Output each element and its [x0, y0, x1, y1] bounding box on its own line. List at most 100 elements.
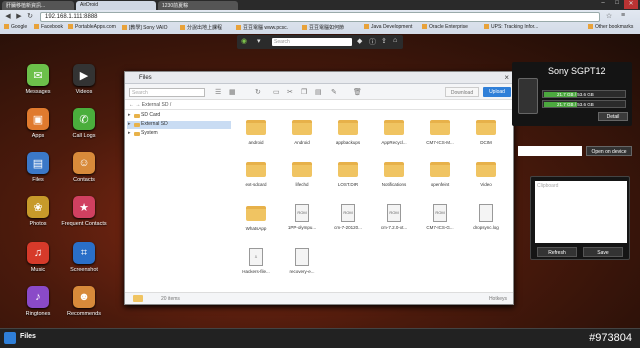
file-item[interactable]: Android [279, 120, 325, 162]
bookmark-item[interactable]: [教學] Sony VAIO [122, 24, 168, 31]
forward-icon[interactable]: ▶ [14, 12, 24, 22]
button-label: Refresh [548, 250, 566, 256]
app-contacts[interactable]: ☺ Contacts [60, 152, 108, 202]
cut-icon[interactable]: ✂ [287, 88, 293, 96]
android-icon[interactable]: ◉ [241, 37, 247, 45]
bookmark-item[interactable]: UPS: Tracking Infor... [484, 24, 538, 30]
file-item[interactable]: ROM 1PP-olympu... [279, 204, 325, 246]
tree-item-system[interactable]: ▸ System [127, 130, 231, 138]
upload-button[interactable]: Upload [483, 87, 511, 97]
delete-icon[interactable]: 🗑 [353, 88, 362, 96]
refresh-button[interactable]: Refresh [537, 247, 577, 257]
upload-icon[interactable]: ⇪ [381, 37, 387, 45]
back-arrow-icon[interactable]: ← [129, 102, 134, 108]
tree-item-sd-card[interactable]: ▸ SD Card [127, 112, 231, 120]
app-videos[interactable]: ▶ Videos [60, 64, 108, 114]
expand-arrow-icon[interactable]: ▸ [128, 112, 131, 118]
file-item[interactable]: Video [463, 162, 509, 204]
bookmark-item[interactable]: 分說出地上課程 [180, 24, 222, 31]
new-folder-icon[interactable]: ▭ [273, 88, 280, 96]
files-search-input[interactable]: Search [129, 88, 205, 97]
toolbar-search-input[interactable]: Search [272, 38, 352, 46]
file-item[interactable]: lifechd [279, 162, 325, 204]
bookmark-item[interactable]: Java Development [364, 24, 412, 30]
file-item[interactable]: recovery-e... [279, 248, 325, 290]
bookmark-item[interactable]: 豆豆電腦如何節 [302, 24, 344, 31]
app-apps[interactable]: ▣ Apps [14, 108, 62, 158]
home-icon[interactable]: ⌂ [393, 37, 397, 44]
app-files[interactable]: ▤ Files [14, 152, 62, 202]
tab-first[interactable]: 肝臟移植新資訊... [2, 1, 74, 10]
app-photos[interactable]: ❀ Photos [14, 196, 62, 246]
files-window-icon[interactable] [4, 332, 16, 344]
clipboard-textarea[interactable]: Clipboard [535, 181, 627, 243]
file-item[interactable]: ROM cm-7.2.0-xt... [371, 204, 417, 246]
rename-icon[interactable]: ✎ [331, 88, 337, 96]
minimize-icon[interactable]: – [596, 0, 610, 9]
bookmark-item[interactable]: Google [4, 24, 27, 30]
watermark: #973804 [589, 332, 632, 344]
info-icon[interactable]: ⓘ [369, 37, 376, 47]
file-item[interactable]: ⅄ Hackers-file... [233, 248, 279, 290]
list-view-icon[interactable]: ☰ [215, 88, 221, 96]
save-button[interactable]: Save [583, 247, 623, 257]
file-item[interactable]: ROM cm-7-20120... [325, 204, 371, 246]
tab-airdroid[interactable]: AirDroid [76, 1, 156, 10]
expand-arrow-icon[interactable]: ▸ [128, 121, 131, 127]
open-on-device-button[interactable]: Open on device [586, 146, 632, 156]
folder-icon [430, 120, 450, 135]
paste-icon[interactable]: ▤ [315, 88, 322, 96]
grid-view-icon[interactable]: ▦ [229, 88, 236, 96]
app-screenshot[interactable]: ⌗ Screenshot [60, 242, 108, 292]
file-item[interactable]: AppRecycl... [371, 120, 417, 162]
close-icon[interactable]: × [504, 73, 509, 82]
app-label: Videos [75, 89, 93, 95]
file-item[interactable]: dropsync.log [463, 204, 509, 246]
file-item[interactable]: ext-sdcard [233, 162, 279, 204]
reload-icon[interactable]: ↻ [25, 12, 35, 22]
tab-third[interactable]: 1230前夏粽 [158, 1, 238, 10]
detail-button[interactable]: Detail [598, 112, 628, 121]
copy-icon[interactable]: ❐ [301, 88, 307, 96]
taskbar-label[interactable]: Files [20, 333, 36, 340]
tab-label: 肝臟移植新資訊... [6, 3, 46, 9]
app-call-logs[interactable]: ✆ Call Logs [60, 108, 108, 158]
expand-arrow-icon[interactable]: ▸ [128, 130, 131, 136]
app-icon[interactable]: ◆ [357, 37, 362, 45]
file-item[interactable]: appbackups [325, 120, 371, 162]
forward-arrow-icon[interactable]: → [135, 102, 140, 108]
bookmark-item[interactable]: Facebook [34, 24, 63, 30]
close-icon[interactable]: ✕ [624, 0, 638, 9]
breadcrumb-path[interactable]: External SD / [142, 102, 171, 108]
file-item[interactable]: ROM CM7-ICS-G... [417, 204, 463, 246]
tree-item-external-sd[interactable]: ▸ External SD [127, 121, 231, 129]
phone-image [518, 78, 538, 114]
bookmark-item[interactable]: PortableApps.com [68, 24, 116, 30]
app-music[interactable]: ♫ Music [14, 242, 62, 292]
app-frequent-contacts[interactable]: ★ Frequent Contacts [60, 196, 108, 246]
files-titlebar[interactable]: Files × [125, 72, 513, 84]
hotkeys-link[interactable]: Hotkeys [489, 296, 507, 302]
bookmark-item[interactable]: Oracle Enterprise [422, 24, 468, 30]
app-messages[interactable]: ✉ Messages [14, 64, 62, 114]
maximize-icon[interactable]: □ [610, 0, 624, 9]
back-icon[interactable]: ◀ [3, 12, 13, 22]
refresh-icon[interactable]: ↻ [255, 88, 261, 96]
file-item[interactable]: android [233, 120, 279, 162]
bookmark-item[interactable]: Other bookmarks [588, 24, 633, 30]
file-item[interactable]: Notifications [371, 162, 417, 204]
photos-icon: ❀ [27, 196, 49, 218]
app-label: Screenshot [70, 267, 98, 273]
star-icon[interactable]: ☆ [604, 12, 614, 22]
file-item[interactable]: openfeint [417, 162, 463, 204]
bookmark-item[interactable]: 豆豆電腦 www.pcsc. [236, 24, 288, 31]
file-item[interactable]: LOST.DIR [325, 162, 371, 204]
dropdown-icon[interactable]: ▾ [257, 37, 261, 45]
menu-icon[interactable]: ≡ [618, 12, 628, 22]
file-item[interactable]: CM7-ICS-M... [417, 120, 463, 162]
file-item[interactable]: DCIM [463, 120, 509, 162]
file-item[interactable]: WhatsApp [233, 206, 279, 248]
address-bar[interactable]: 192.168.1.111:8888 [40, 12, 600, 22]
url-input[interactable] [518, 146, 582, 156]
download-button[interactable]: Download [445, 87, 479, 97]
